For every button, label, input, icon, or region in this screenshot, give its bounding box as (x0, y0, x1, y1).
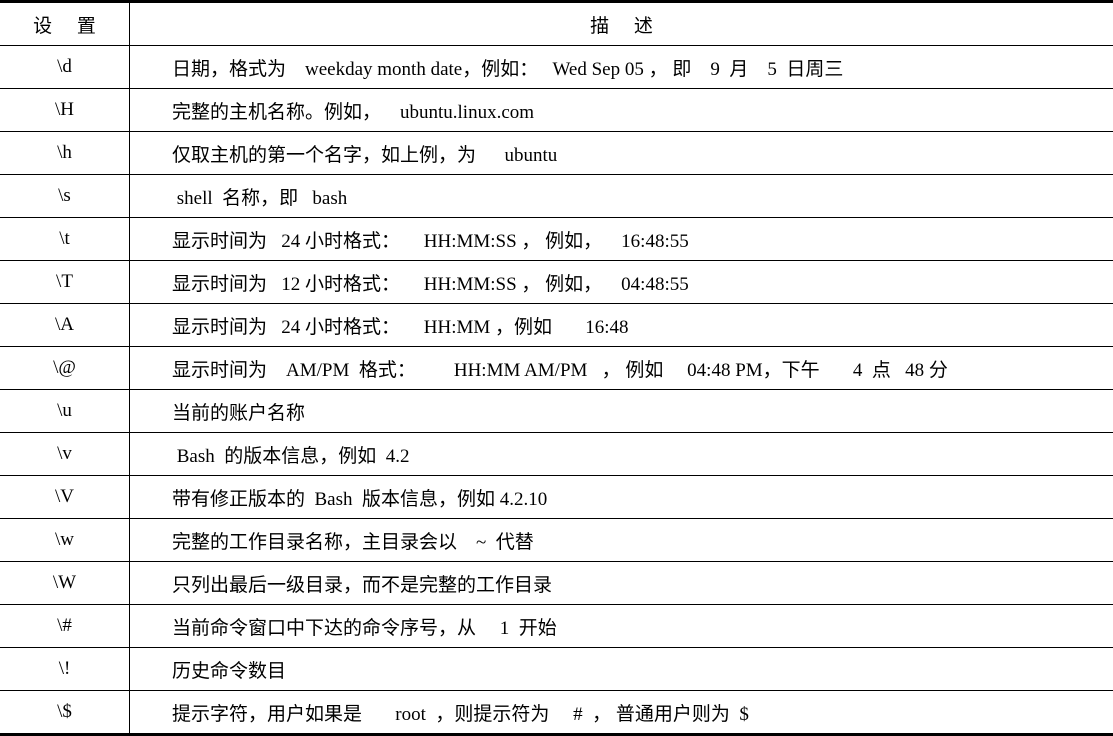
description-cell: 仅取主机的第一个名字，如上例，为 ubuntu (130, 132, 1113, 175)
description-cell: 日期，格式为 weekday month date，例如： Wed Sep 05… (130, 46, 1113, 89)
description-text: 带有修正版本的 Bash 版本信息，例如 4.2.10 (130, 484, 547, 511)
description-cell: 历史命令数目 (130, 648, 1113, 691)
table-row: \H 完整的主机名称。例如， ubuntu.linux.com (0, 89, 1113, 132)
header-description-label: 描 述 (580, 16, 663, 37)
table-row: \@ 显示时间为 AM/PM 格式： HH:MM AM/PM ， 例如 04:4… (0, 347, 1113, 390)
setting-cell: \s (0, 175, 130, 218)
setting-cell: \$ (0, 691, 130, 735)
description-cell: Bash 的版本信息，例如 4.2 (130, 433, 1113, 476)
document-page: 设 置 描 述 \d 日期，格式为 weekday month date，例如：… (0, 0, 1113, 735)
table-row: \! 历史命令数目 (0, 648, 1113, 691)
setting-cell: \w (0, 519, 130, 562)
table-row: \V 带有修正版本的 Bash 版本信息，例如 4.2.10 (0, 476, 1113, 519)
setting-cell: \v (0, 433, 130, 476)
description-cell: 完整的主机名称。例如， ubuntu.linux.com (130, 89, 1113, 132)
setting-cell: \u (0, 390, 130, 433)
setting-cell: \t (0, 218, 130, 261)
description-text: 历史命令数目 (130, 656, 286, 683)
description-cell: 提示字符，用户如果是 root ，则提示符为 # ， 普通用户则为 $ (130, 691, 1113, 735)
description-text: 仅取主机的第一个名字，如上例，为 ubuntu (130, 140, 557, 167)
description-text: 提示字符，用户如果是 root ，则提示符为 # ， 普通用户则为 $ (130, 699, 749, 726)
description-cell: 当前命令窗口中下达的命令序号，从 1 开始 (130, 605, 1113, 648)
table-row: \w 完整的工作目录名称，主目录会以 ~ 代替 (0, 519, 1113, 562)
description-text: 显示时间为 AM/PM 格式： HH:MM AM/PM ， 例如 04:48 P… (130, 355, 948, 382)
table-row: \A 显示时间为 24 小时格式： HH:MM ，例如 16:48 (0, 304, 1113, 347)
setting-cell: \A (0, 304, 130, 347)
description-cell: 当前的账户名称 (130, 390, 1113, 433)
description-cell: 带有修正版本的 Bash 版本信息，例如 4.2.10 (130, 476, 1113, 519)
description-text: 当前的账户名称 (130, 398, 305, 425)
setting-cell: \@ (0, 347, 130, 390)
description-cell: 显示时间为 AM/PM 格式： HH:MM AM/PM ， 例如 04:48 P… (130, 347, 1113, 390)
description-cell: 显示时间为 12 小时格式： HH:MM:SS ， 例如， 04:48:55 (130, 261, 1113, 304)
setting-cell: \T (0, 261, 130, 304)
description-text: 日期，格式为 weekday month date，例如： Wed Sep 05… (130, 54, 843, 81)
description-text: Bash 的版本信息，例如 4.2 (130, 441, 410, 468)
description-text: 显示时间为 24 小时格式： HH:MM ，例如 16:48 (130, 312, 629, 339)
table-row: \u 当前的账户名称 (0, 390, 1113, 433)
table-row: \W 只列出最后一级目录，而不是完整的工作目录 (0, 562, 1113, 605)
table-row: \h 仅取主机的第一个名字，如上例，为 ubuntu (0, 132, 1113, 175)
setting-cell: \V (0, 476, 130, 519)
description-cell: 显示时间为 24 小时格式： HH:MM ，例如 16:48 (130, 304, 1113, 347)
header-setting-cell: 设 置 (0, 2, 130, 46)
description-cell: 只列出最后一级目录，而不是完整的工作目录 (130, 562, 1113, 605)
description-cell: 完整的工作目录名称，主目录会以 ~ 代替 (130, 519, 1113, 562)
setting-cell: \H (0, 89, 130, 132)
setting-cell: \d (0, 46, 130, 89)
prompt-settings-table: 设 置 描 述 \d 日期，格式为 weekday month date，例如：… (0, 0, 1113, 736)
setting-cell: \W (0, 562, 130, 605)
table-row: \s shell 名称，即 bash (0, 175, 1113, 218)
description-text: 显示时间为 12 小时格式： HH:MM:SS ， 例如， 04:48:55 (130, 269, 689, 296)
table-row: \T 显示时间为 12 小时格式： HH:MM:SS ， 例如， 04:48:5… (0, 261, 1113, 304)
setting-cell: \h (0, 132, 130, 175)
description-text: shell 名称，即 bash (130, 183, 347, 210)
table-row: \t 显示时间为 24 小时格式： HH:MM:SS ， 例如， 16:48:5… (0, 218, 1113, 261)
description-text: 当前命令窗口中下达的命令序号，从 1 开始 (130, 613, 557, 640)
description-text: 显示时间为 24 小时格式： HH:MM:SS ， 例如， 16:48:55 (130, 226, 689, 253)
setting-cell: \# (0, 605, 130, 648)
table-header-row: 设 置 描 述 (0, 2, 1113, 46)
table-row: \$ 提示字符，用户如果是 root ，则提示符为 # ， 普通用户则为 $ (0, 691, 1113, 735)
table-row: \v Bash 的版本信息，例如 4.2 (0, 433, 1113, 476)
header-setting-label: 设 置 (23, 16, 106, 37)
description-text: 完整的主机名称。例如， ubuntu.linux.com (130, 97, 534, 124)
setting-cell: \! (0, 648, 130, 691)
description-cell: shell 名称，即 bash (130, 175, 1113, 218)
header-description-cell: 描 述 (130, 2, 1113, 46)
table-row: \d 日期，格式为 weekday month date，例如： Wed Sep… (0, 46, 1113, 89)
table-row: \# 当前命令窗口中下达的命令序号，从 1 开始 (0, 605, 1113, 648)
description-text: 只列出最后一级目录，而不是完整的工作目录 (130, 570, 552, 597)
description-text: 完整的工作目录名称，主目录会以 ~ 代替 (130, 527, 534, 554)
description-cell: 显示时间为 24 小时格式： HH:MM:SS ， 例如， 16:48:55 (130, 218, 1113, 261)
